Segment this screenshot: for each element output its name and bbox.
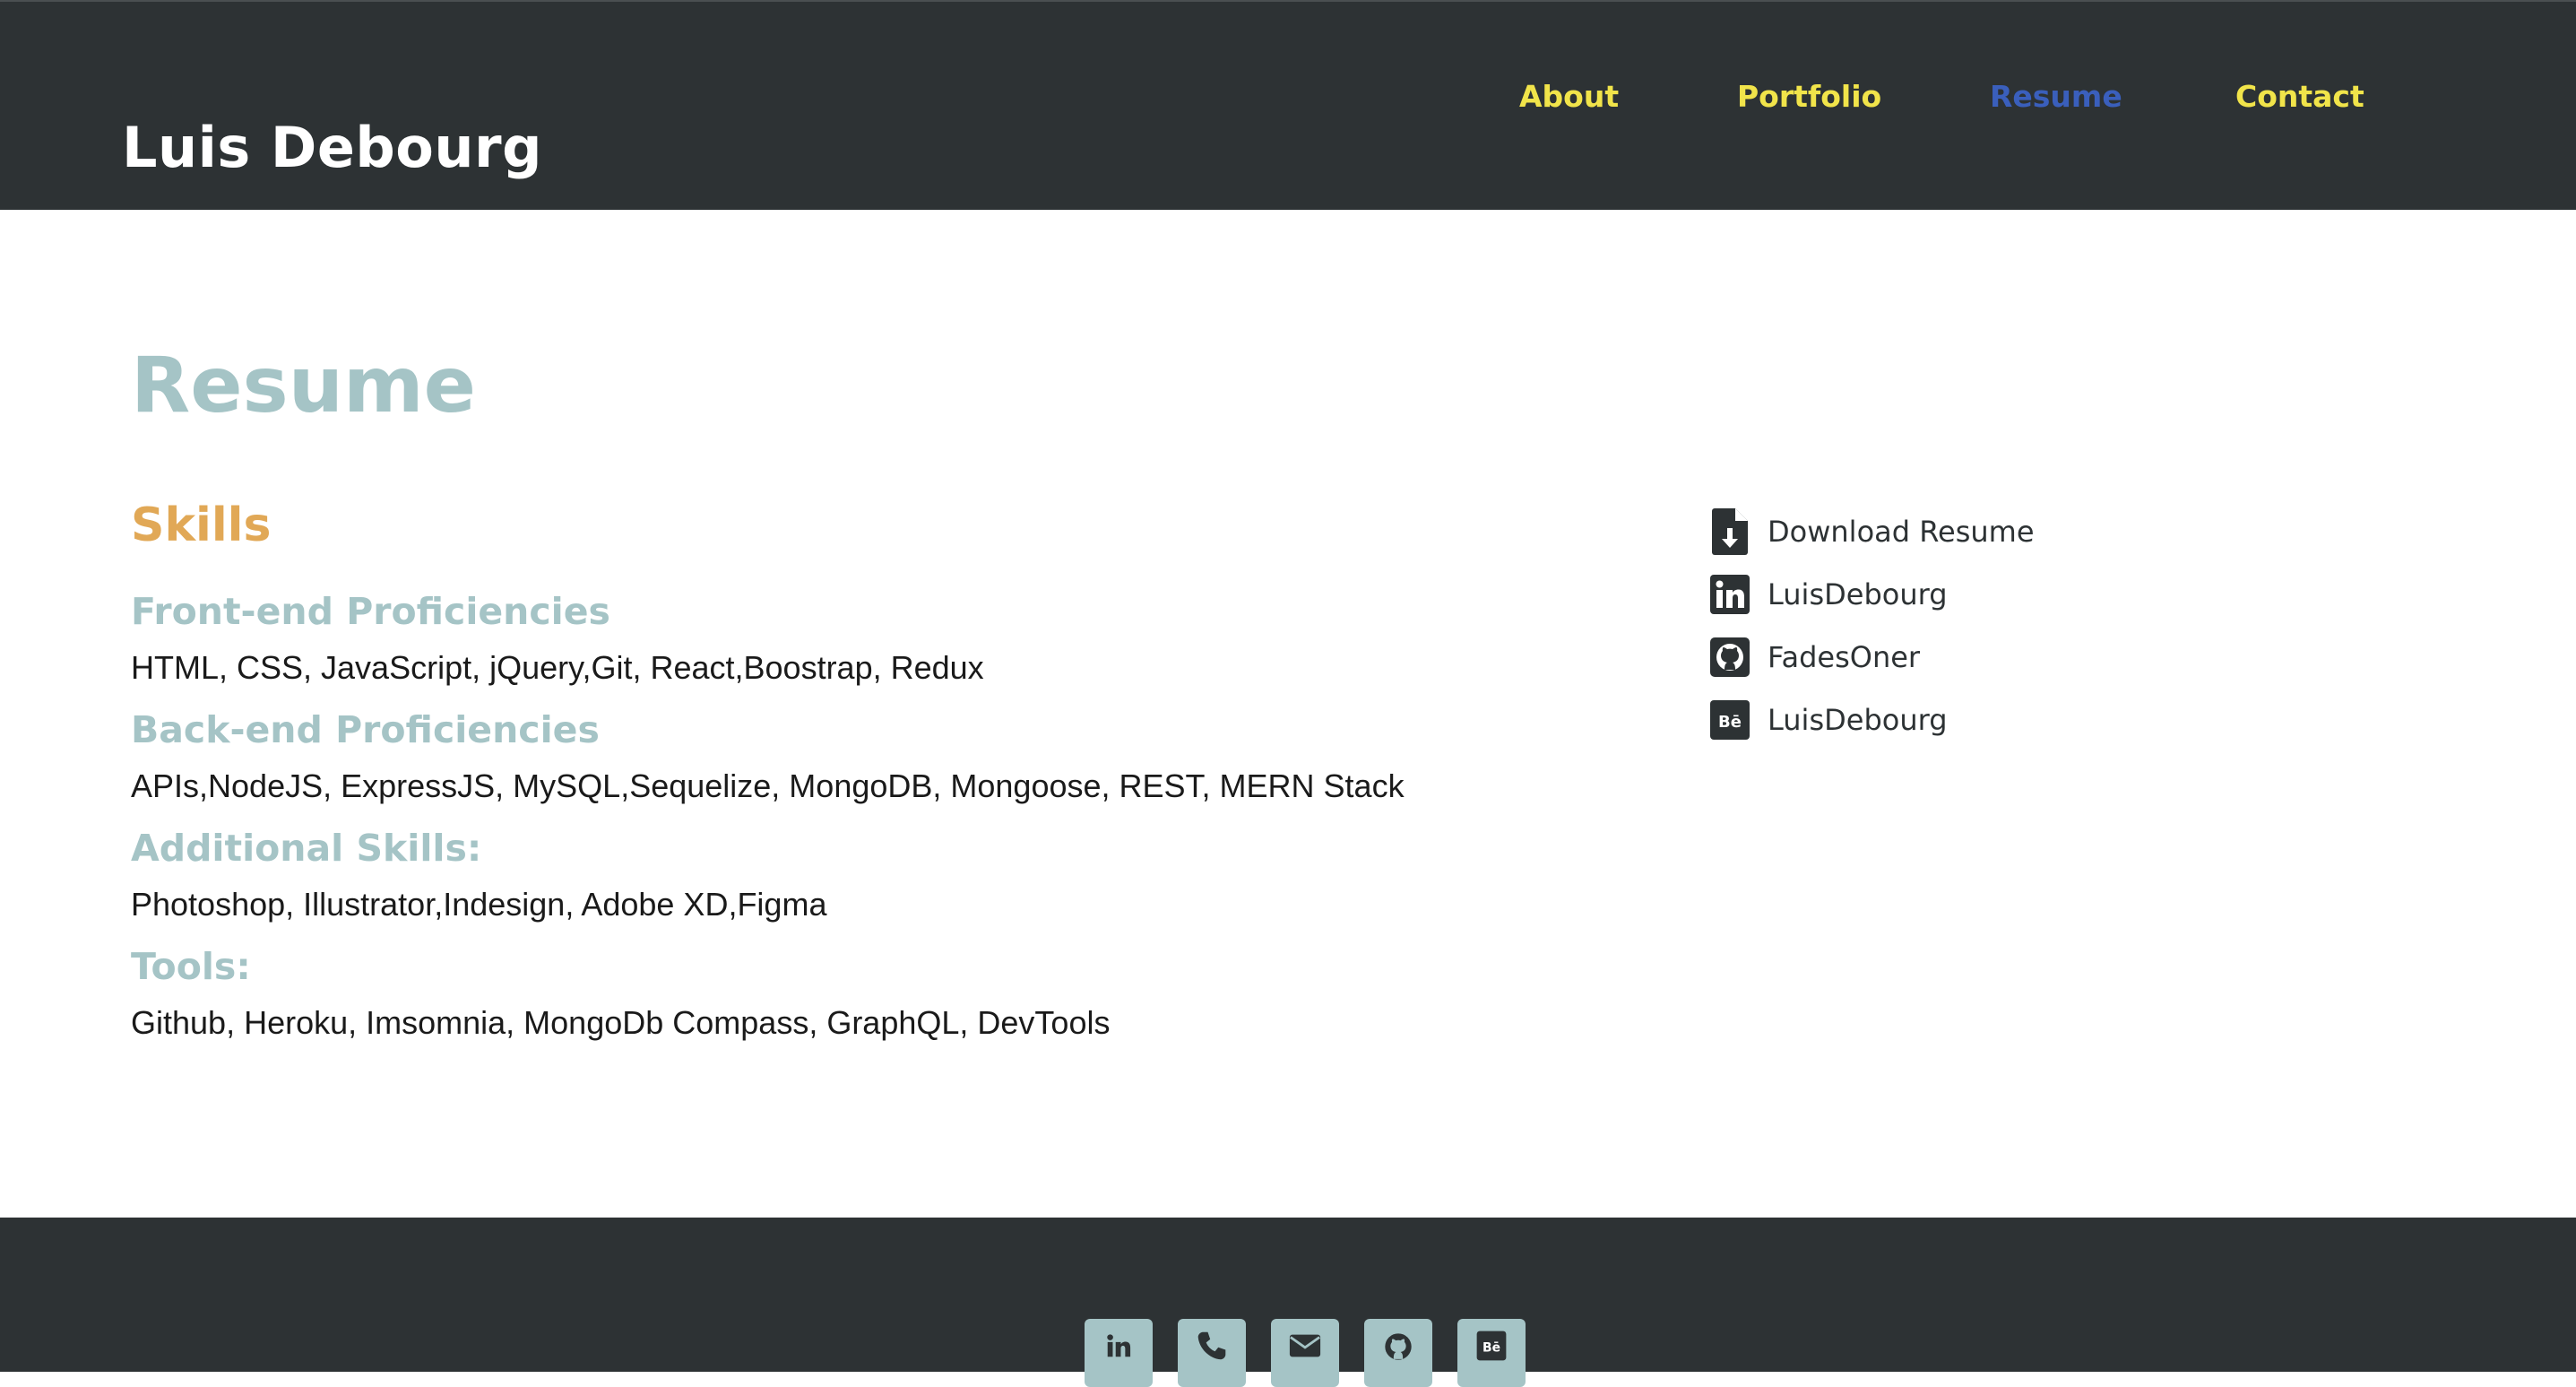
behance-glyph: Bē bbox=[1718, 713, 1742, 732]
github-icon bbox=[1381, 1330, 1415, 1368]
page-title: Resume bbox=[131, 341, 476, 430]
phone-icon bbox=[1196, 1330, 1228, 1366]
footer-behance-glyph: Bē bbox=[1482, 1341, 1500, 1356]
footer-phone-button[interactable] bbox=[1178, 1319, 1246, 1387]
site-footer: Bē bbox=[0, 1218, 2576, 1387]
skill-text-backend: APIs,NodeJS, ExpressJS, MySQL,Sequelize,… bbox=[131, 767, 1405, 804]
skills-title: Skills bbox=[131, 498, 272, 552]
behance-icon: Bē bbox=[1710, 697, 1750, 743]
download-resume-label: Download Resume bbox=[1768, 515, 2035, 549]
nav-link-contact[interactable]: Contact bbox=[2235, 79, 2364, 114]
site-header: Luis Debourg About Portfolio Resume Cont… bbox=[0, 0, 2576, 210]
github-link[interactable]: FadesOner bbox=[1710, 633, 2248, 681]
download-resume-link[interactable]: Download Resume bbox=[1710, 507, 2248, 556]
nav-link-resume[interactable]: Resume bbox=[1990, 79, 2122, 114]
github-label: FadesOner bbox=[1768, 640, 1921, 674]
behance-icon: Bē bbox=[1475, 1330, 1508, 1366]
skill-heading-frontend: Front-end Proficiencies bbox=[131, 590, 610, 633]
skill-text-tools: Github, Heroku, Imsomnia, MongoDb Compas… bbox=[131, 1004, 1111, 1041]
skill-heading-additional: Additional Skills: bbox=[131, 827, 482, 870]
nav-link-about[interactable]: About bbox=[1519, 79, 1619, 114]
main-nav: About Portfolio Resume Contact bbox=[0, 79, 2576, 124]
skill-heading-backend: Back-end Proficiencies bbox=[131, 708, 600, 751]
linkedin-icon bbox=[1102, 1330, 1135, 1366]
skill-text-additional: Photoshop, Illustrator,Indesign, Adobe X… bbox=[131, 886, 827, 923]
envelope-icon bbox=[1288, 1330, 1322, 1366]
linkedin-label: LuisDebourg bbox=[1768, 577, 1948, 611]
linkedin-link[interactable]: LuisDebourg bbox=[1710, 570, 2248, 619]
footer-behance-button[interactable]: Bē bbox=[1457, 1319, 1526, 1387]
skill-heading-tools: Tools: bbox=[131, 945, 251, 988]
footer-github-button[interactable] bbox=[1364, 1319, 1432, 1387]
footer-email-button[interactable] bbox=[1271, 1319, 1339, 1387]
behance-label: LuisDebourg bbox=[1768, 703, 1948, 737]
skill-text-frontend: HTML, CSS, JavaScript, jQuery,Git, React… bbox=[131, 649, 984, 686]
site-brand[interactable]: Luis Debourg bbox=[122, 115, 542, 180]
behance-link[interactable]: Bē LuisDebourg bbox=[1710, 696, 2248, 744]
file-download-icon bbox=[1710, 508, 1750, 555]
footer-linkedin-button[interactable] bbox=[1085, 1319, 1153, 1387]
github-icon bbox=[1710, 634, 1750, 680]
nav-link-portfolio[interactable]: Portfolio bbox=[1737, 79, 1881, 114]
linkedin-icon bbox=[1710, 571, 1750, 618]
